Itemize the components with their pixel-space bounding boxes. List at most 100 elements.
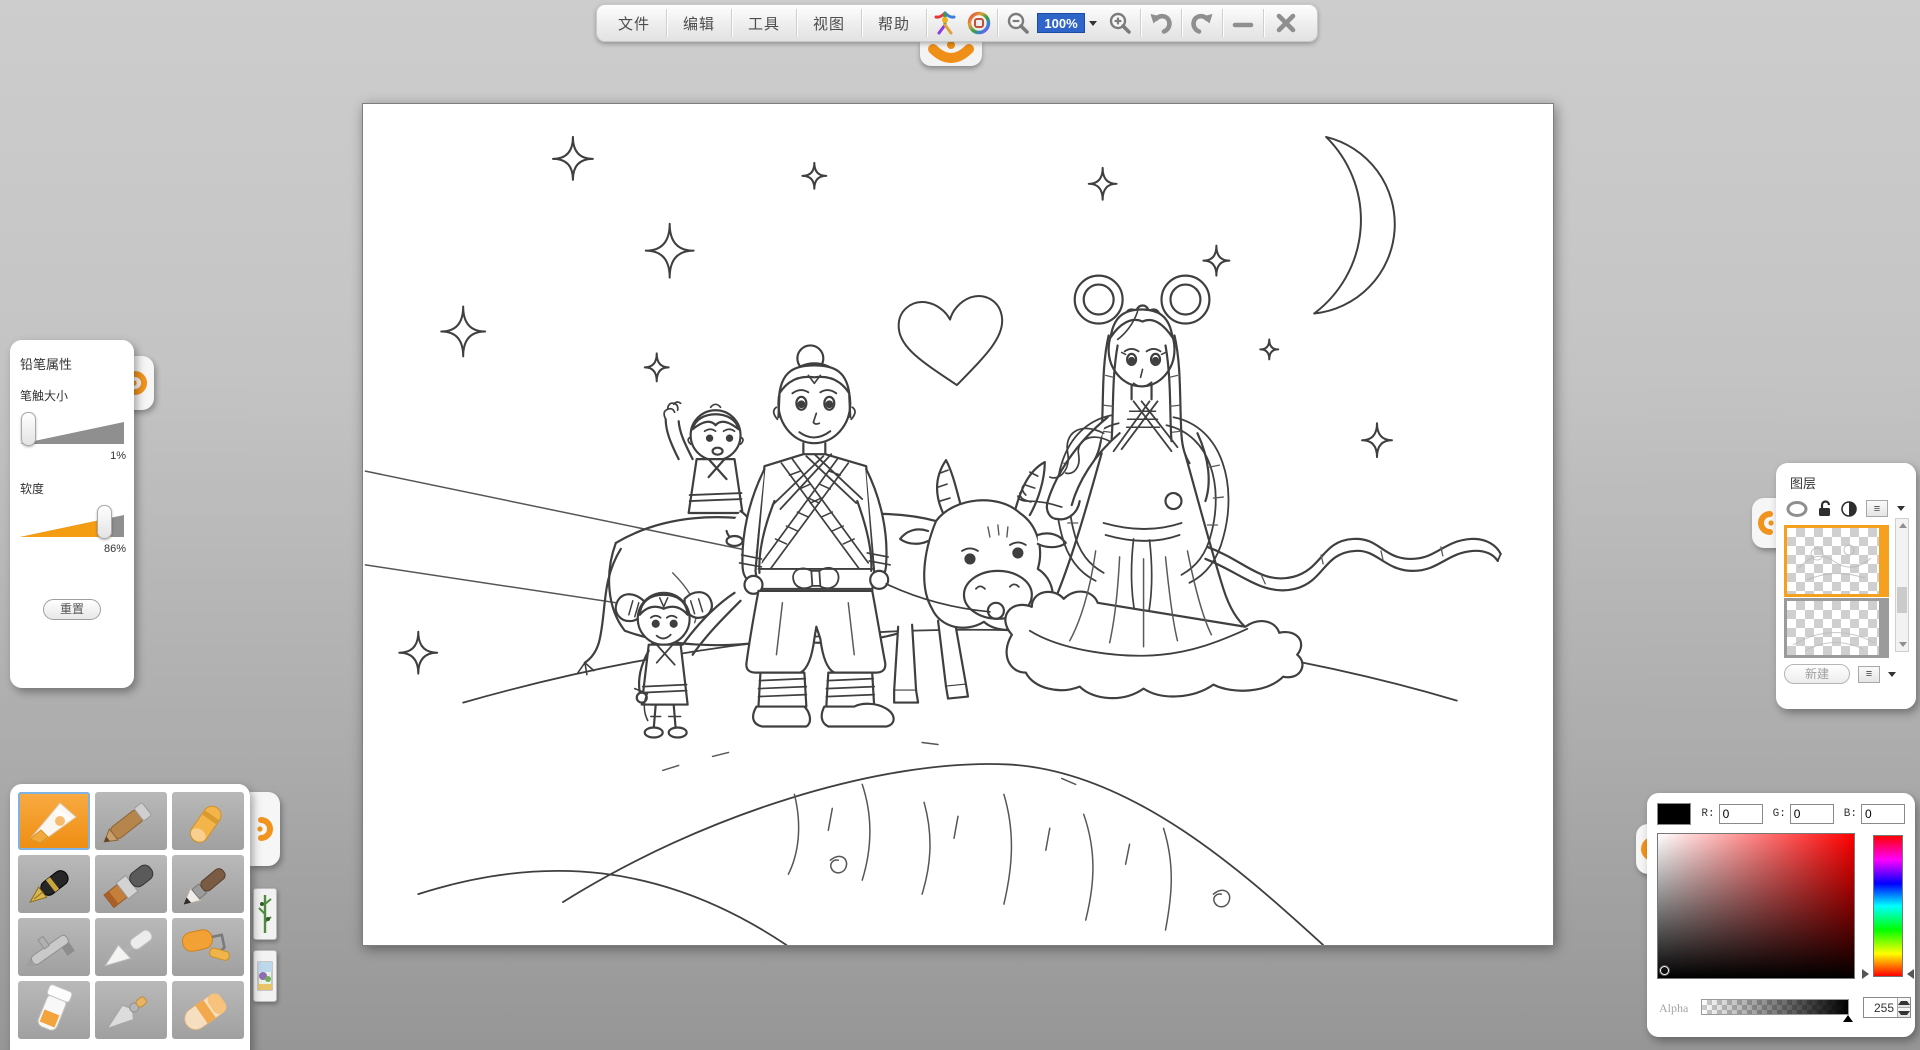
undo-button[interactable] bbox=[1142, 5, 1180, 41]
zoom-out-button[interactable] bbox=[999, 5, 1037, 41]
spinner-up-button[interactable] bbox=[1898, 998, 1910, 1008]
chevron-down-icon[interactable] bbox=[1897, 506, 1905, 511]
paintbrush-icon bbox=[95, 856, 167, 913]
zoom-level-field[interactable]: 100% bbox=[1037, 13, 1085, 33]
toolbar-separator bbox=[731, 9, 732, 37]
pencil-panel-title: 铅笔属性 bbox=[20, 354, 124, 373]
crayon-icon bbox=[172, 793, 244, 850]
bamboo-icon bbox=[257, 892, 273, 936]
tool-eraser[interactable] bbox=[172, 981, 244, 1039]
spinner-down-button[interactable] bbox=[1898, 1008, 1910, 1017]
menu-help[interactable]: 帮助 bbox=[863, 5, 925, 41]
brush-size-slider[interactable] bbox=[20, 412, 126, 448]
zoom-in-button[interactable] bbox=[1101, 5, 1139, 41]
tool-metal-pen[interactable] bbox=[95, 981, 167, 1039]
zoom-dropdown-button[interactable] bbox=[1085, 13, 1101, 33]
minimize-button[interactable] bbox=[1224, 5, 1262, 41]
canvas-artwork bbox=[363, 104, 1553, 945]
close-button[interactable] bbox=[1265, 5, 1307, 41]
opacity-icon[interactable] bbox=[1841, 501, 1857, 517]
tool-paint-bottle[interactable] bbox=[18, 981, 90, 1039]
visibility-icon[interactable] bbox=[1786, 501, 1808, 517]
main-toolbar: 文件 编辑 工具 视图 帮助 bbox=[596, 4, 1318, 42]
alpha-value: 255 bbox=[1864, 998, 1897, 1017]
close-icon bbox=[1274, 11, 1298, 35]
alpha-spinner[interactable]: 255 bbox=[1863, 997, 1911, 1018]
saturation-value-square[interactable] bbox=[1657, 833, 1855, 979]
chevron-down-icon[interactable] bbox=[1888, 672, 1896, 677]
tool-crayon[interactable] bbox=[172, 792, 244, 850]
tool-ink-brush[interactable] bbox=[172, 855, 244, 913]
logo-palette-icon[interactable] bbox=[962, 5, 996, 41]
blue-label: B: bbox=[1844, 808, 1857, 820]
toolbar-separator bbox=[1263, 9, 1264, 37]
hue-marker-right-icon[interactable] bbox=[1907, 969, 1914, 979]
toolbar-separator bbox=[926, 9, 927, 37]
layer-1-sketch bbox=[1787, 528, 1879, 594]
bamboo-stamp-button[interactable] bbox=[253, 888, 277, 940]
redo-button[interactable] bbox=[1183, 5, 1221, 41]
color-marker[interactable] bbox=[1660, 966, 1669, 975]
scroll-down-icon[interactable] bbox=[1899, 642, 1907, 647]
tool-palette-knife[interactable] bbox=[95, 918, 167, 976]
menu-tools[interactable]: 工具 bbox=[733, 5, 795, 41]
layer-menu-button[interactable]: ≡ bbox=[1866, 500, 1888, 517]
scrollbar-thumb[interactable] bbox=[1897, 587, 1907, 613]
ink-brush-icon bbox=[172, 856, 244, 913]
alpha-marker-icon[interactable] bbox=[1843, 1015, 1853, 1022]
scroll-up-icon[interactable] bbox=[1899, 523, 1907, 528]
layers-panel-title: 图层 bbox=[1790, 473, 1908, 492]
alpha-label: Alpha bbox=[1659, 1001, 1688, 1016]
tool-paintbrush[interactable] bbox=[95, 855, 167, 913]
menu-edit[interactable]: 编辑 bbox=[668, 5, 730, 41]
layers-options-button[interactable]: ≡ bbox=[1858, 666, 1880, 683]
tool-wood-pencil[interactable] bbox=[95, 792, 167, 850]
layer-list bbox=[1784, 525, 1889, 658]
pencil-properties-panel: 铅笔属性 笔触大小 1% 软度 86% 重置 bbox=[10, 340, 134, 688]
new-layer-button[interactable]: 新建 bbox=[1784, 664, 1850, 684]
sharp-pencil-icon bbox=[18, 793, 90, 850]
layer-item-1[interactable] bbox=[1784, 525, 1889, 597]
paint-bottle-icon bbox=[18, 982, 90, 1039]
layer-item-2[interactable] bbox=[1784, 598, 1889, 658]
toolbar-separator bbox=[997, 9, 998, 37]
unlock-icon[interactable] bbox=[1817, 500, 1832, 517]
chevron-down-icon bbox=[1089, 21, 1097, 26]
picture-stamp-button[interactable] bbox=[253, 950, 277, 1002]
tool-airbrush[interactable] bbox=[18, 918, 90, 976]
red-label: R: bbox=[1701, 808, 1714, 820]
red-field[interactable] bbox=[1719, 804, 1763, 824]
hue-marker-left-icon[interactable] bbox=[1862, 969, 1869, 979]
menu-file[interactable]: 文件 bbox=[603, 5, 665, 41]
tool-paint-roller[interactable] bbox=[172, 918, 244, 976]
boy-figure bbox=[664, 402, 751, 546]
layers-scrollbar[interactable] bbox=[1895, 518, 1909, 652]
green-field[interactable] bbox=[1790, 804, 1834, 824]
menu-view[interactable]: 视图 bbox=[798, 5, 860, 41]
tool-sharp-pencil[interactable] bbox=[18, 792, 90, 850]
logo-figure-icon[interactable] bbox=[928, 5, 962, 41]
toolbar-drag-handle[interactable] bbox=[920, 40, 982, 66]
toolbar-separator bbox=[1140, 9, 1141, 37]
green-label: G: bbox=[1773, 808, 1786, 820]
hue-slider[interactable] bbox=[1873, 835, 1903, 977]
tool-palette-handle[interactable] bbox=[250, 792, 280, 866]
softness-slider-handle[interactable] bbox=[97, 505, 112, 539]
toolbar-separator bbox=[796, 9, 797, 37]
redo-icon bbox=[1188, 9, 1216, 37]
reset-button[interactable]: 重置 bbox=[43, 599, 101, 620]
blue-field[interactable] bbox=[1861, 804, 1905, 824]
toolbar-separator bbox=[861, 9, 862, 37]
brush-size-slider-handle[interactable] bbox=[21, 412, 36, 446]
zoom-in-icon bbox=[1107, 10, 1133, 36]
toolbar-separator bbox=[666, 9, 667, 37]
drawing-canvas[interactable] bbox=[362, 103, 1554, 946]
toolbar-separator bbox=[1222, 9, 1223, 37]
layer-2-sketch bbox=[1787, 601, 1879, 655]
softness-slider[interactable] bbox=[20, 505, 126, 541]
softness-label: 软度 bbox=[20, 480, 124, 497]
tool-fountain-pen[interactable] bbox=[18, 855, 90, 913]
eraser-icon bbox=[172, 982, 244, 1039]
airbrush-icon bbox=[18, 919, 90, 976]
alpha-slider[interactable] bbox=[1701, 999, 1849, 1015]
